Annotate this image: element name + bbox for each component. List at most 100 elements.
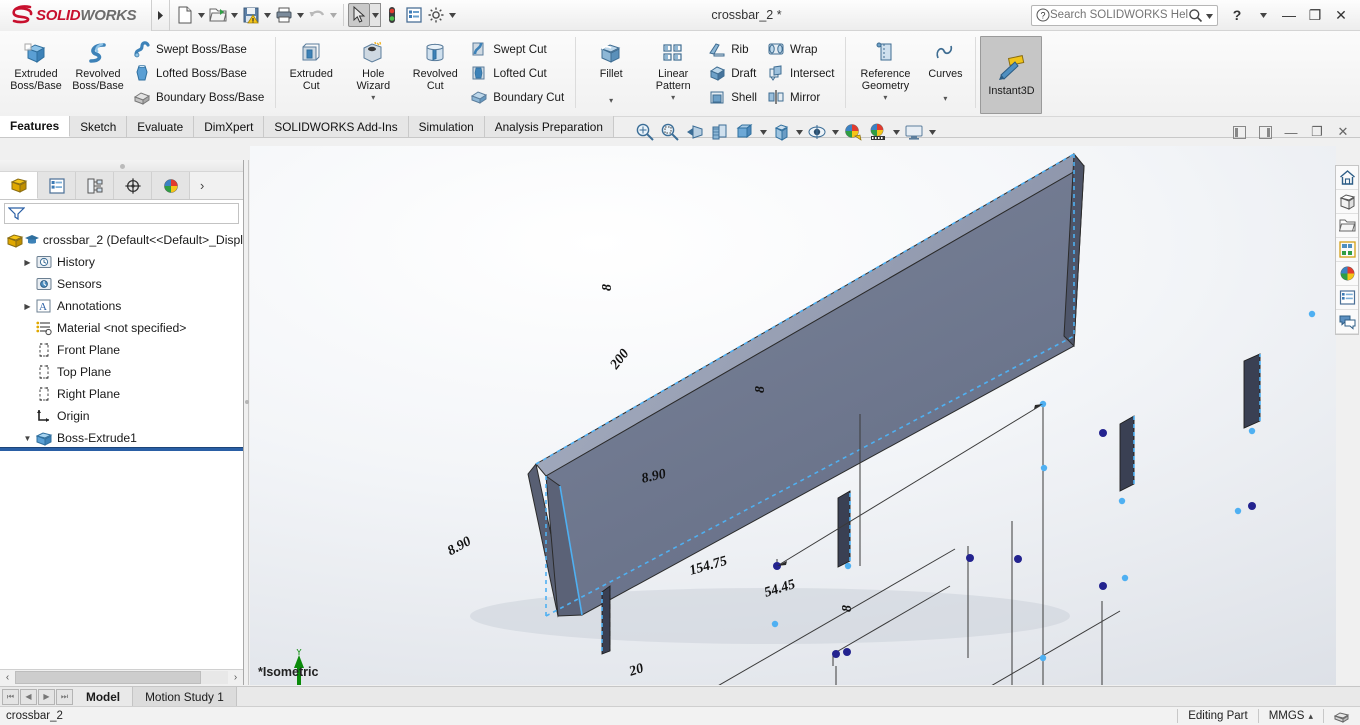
help-button[interactable]: ?	[1224, 3, 1250, 28]
search-caret[interactable]	[1206, 8, 1213, 22]
zoom-to-area-button[interactable]	[658, 119, 682, 145]
panel-splitter[interactable]	[244, 160, 249, 685]
tree-item-origin[interactable]: Origin	[0, 405, 243, 427]
tab-simulation[interactable]: Simulation	[408, 116, 485, 137]
configuration-manager-tab[interactable]	[76, 172, 114, 199]
tree-item-history[interactable]: ▶ History	[0, 251, 243, 273]
revolved-cut-button[interactable]: Revolved Cut	[404, 34, 466, 92]
assembly-structure-button[interactable]	[1336, 238, 1358, 262]
help-caret[interactable]	[1250, 3, 1276, 28]
rebuild-button[interactable]	[381, 3, 403, 27]
chevron-right-icon[interactable]: ▶	[21, 302, 34, 311]
display-style-button[interactable]	[769, 119, 793, 145]
undo-button[interactable]	[306, 3, 328, 27]
apply-scene-caret[interactable]	[891, 119, 901, 145]
nav-first-button[interactable]: ⏮	[2, 688, 19, 705]
scroll-track[interactable]	[15, 671, 228, 684]
dimension-8-mid[interactable]: 8	[753, 386, 769, 393]
scroll-left-arrow[interactable]: ‹	[0, 672, 15, 683]
comments-button[interactable]	[1336, 310, 1358, 334]
tab-evaluate[interactable]: Evaluate	[127, 116, 195, 137]
lofted-cut-button[interactable]: Lofted Cut	[466, 61, 570, 85]
hide-show-items-caret[interactable]	[830, 119, 840, 145]
open-folder-button[interactable]	[1336, 214, 1358, 238]
display-states-button[interactable]	[1336, 286, 1358, 310]
solidworks-logo[interactable]: SOLID WORKS	[0, 0, 152, 31]
instant3d-toggle[interactable]: Instant3D	[980, 36, 1043, 114]
search-input[interactable]	[1050, 9, 1188, 21]
chevron-right-icon[interactable]: ▶	[21, 258, 34, 267]
file-properties-button[interactable]	[403, 3, 425, 27]
view-orientation-button[interactable]	[733, 119, 757, 145]
curves-caret[interactable]: ▾	[943, 94, 947, 103]
dimension-8-left[interactable]: 8	[600, 284, 616, 291]
tab-solidworks-addins[interactable]: SOLIDWORKS Add-Ins	[264, 116, 409, 137]
tree-item-front-plane[interactable]: Front Plane	[0, 339, 243, 361]
scroll-thumb[interactable]	[15, 671, 201, 684]
dimxpert-manager-tab[interactable]	[114, 172, 152, 199]
panel-drag-handle[interactable]	[0, 160, 243, 172]
section-view-button[interactable]	[708, 119, 732, 145]
fillet-caret[interactable]: ▾	[609, 96, 613, 105]
curves-button[interactable]: Curves ▾	[920, 34, 970, 103]
tab-analysis-preparation[interactable]: Analysis Preparation	[484, 116, 614, 137]
more-tabs-button[interactable]: ›	[190, 172, 243, 199]
view-orientation-home-button[interactable]	[1336, 166, 1358, 190]
select-tool-button[interactable]	[348, 3, 370, 27]
close-doc-button[interactable]: ✕	[1330, 120, 1356, 144]
property-manager-tab[interactable]	[38, 172, 76, 199]
save-document-button[interactable]	[240, 3, 262, 27]
revolved-boss-base-button[interactable]: Revolved Boss/Base	[67, 34, 129, 92]
shell-button[interactable]: Shell	[704, 85, 763, 109]
view-orientation-caret[interactable]	[758, 119, 768, 145]
tab-dimxpert[interactable]: DimXpert	[194, 116, 265, 137]
apply-scene-button[interactable]	[866, 119, 890, 145]
boundary-boss-base-button[interactable]: Boundary Boss/Base	[129, 85, 270, 109]
hole-wizard-button[interactable]: Hole Wizard ▾	[342, 34, 404, 102]
new-document-button[interactable]	[174, 3, 196, 27]
fillet-button[interactable]: Fillet ▾	[580, 34, 642, 105]
tree-item-boss-extrude1[interactable]: ▼ Boss-Extrude1	[0, 427, 243, 447]
status-units-caret[interactable]: ▴	[1306, 707, 1323, 725]
lofted-boss-base-button[interactable]: Lofted Boss/Base	[129, 61, 270, 85]
tree-item-annotations[interactable]: ▶ A Annotations	[0, 295, 243, 317]
new-document-caret[interactable]	[196, 3, 207, 27]
appearances-button[interactable]	[1336, 262, 1358, 286]
tab-model[interactable]: Model	[74, 686, 134, 707]
open-document-button[interactable]	[207, 3, 229, 27]
scroll-right-arrow[interactable]: ›	[228, 672, 243, 683]
options-button[interactable]	[425, 3, 447, 27]
undo-caret[interactable]	[328, 3, 339, 27]
swept-cut-button[interactable]: Swept Cut	[466, 37, 570, 61]
menu-expand-button[interactable]	[152, 0, 170, 31]
tree-item-right-plane[interactable]: Right Plane	[0, 383, 243, 405]
reference-geometry-caret[interactable]: ▾	[883, 93, 887, 102]
tree-item-material[interactable]: Material <not specified>	[0, 317, 243, 339]
select-tool-caret[interactable]	[370, 3, 381, 27]
display-style-caret[interactable]	[794, 119, 804, 145]
tree-item-root[interactable]: crossbar_2 (Default<<Default>_Displ	[0, 229, 243, 251]
tab-features[interactable]: Features	[0, 116, 71, 137]
previous-view-button[interactable]	[683, 119, 707, 145]
linear-pattern-button[interactable]: Linear Pattern ▾	[642, 34, 704, 102]
restore-window-button[interactable]: ❐	[1302, 3, 1328, 28]
rib-button[interactable]: Rib	[704, 37, 763, 61]
tab-sketch[interactable]: Sketch	[70, 116, 128, 137]
zoom-to-fit-button[interactable]	[633, 119, 657, 145]
search-icon[interactable]	[1188, 8, 1203, 23]
graphics-viewport[interactable]: 82008.908.908154.7554.45820 Y X Z *Isome…	[250, 146, 1336, 685]
hide-show-items-button[interactable]	[805, 119, 829, 145]
isometric-view-button[interactable]	[1336, 190, 1358, 214]
minimize-window-button[interactable]: —	[1276, 3, 1302, 28]
feature-manager-tab[interactable]	[0, 172, 38, 199]
edit-appearance-button[interactable]	[841, 119, 865, 145]
display-manager-tab[interactable]	[152, 172, 190, 199]
help-search-box[interactable]: ?	[1031, 4, 1218, 26]
options-caret[interactable]	[447, 3, 458, 27]
restore-right-button[interactable]	[1252, 120, 1278, 144]
open-document-caret[interactable]	[229, 3, 240, 27]
extruded-boss-base-button[interactable]: Extruded Boss/Base	[5, 34, 67, 92]
feature-tree-filter[interactable]	[4, 203, 239, 224]
close-window-button[interactable]: ✕	[1328, 3, 1354, 28]
intersect-button[interactable]: Intersect	[763, 61, 840, 85]
